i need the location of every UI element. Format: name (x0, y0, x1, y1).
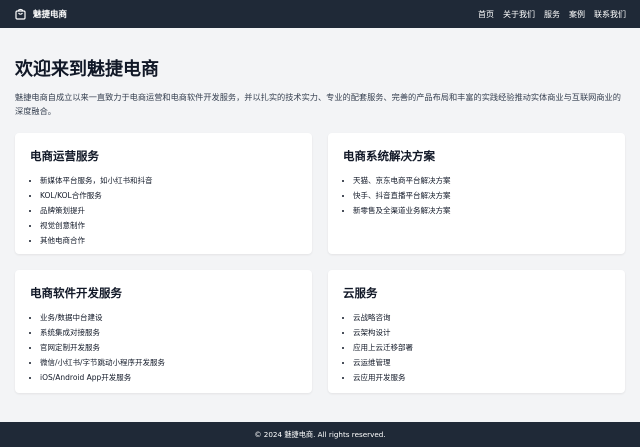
nav-link-contact[interactable]: 联系我们 (594, 9, 626, 20)
list-item: 官网定制开发服务 (40, 340, 297, 355)
nav-link-cases[interactable]: 案例 (569, 9, 585, 20)
list-item: 新零售及全渠道业务解决方案 (353, 203, 610, 218)
nav-links: 首页 关于我们 服务 案例 联系我们 (478, 9, 626, 20)
list-item: 视觉创意制作 (40, 218, 297, 233)
navbar: 魅捷电商 首页 关于我们 服务 案例 联系我们 (0, 0, 640, 28)
list-item: 系统集成对接服务 (40, 325, 297, 340)
brand[interactable]: 魅捷电商 (15, 8, 67, 20)
service-list: 云战略咨询 云架构设计 应用上云迁移部署 云运维管理 云应用开发服务 (343, 310, 610, 385)
card-software-development: 电商软件开发服务 业务/数据中台建设 系统集成对接服务 官网定制开发服务 微信/… (15, 270, 312, 393)
card-cloud-services: 云服务 云战略咨询 云架构设计 应用上云迁移部署 云运维管理 云应用开发服务 (328, 270, 625, 393)
list-item: 云战略咨询 (353, 310, 610, 325)
list-item: iOS/Android App开发服务 (40, 370, 297, 385)
card-title: 电商运营服务 (30, 149, 99, 163)
nav-link-about[interactable]: 关于我们 (503, 9, 535, 20)
list-item: 云运维管理 (353, 355, 610, 370)
nav-link-services[interactable]: 服务 (544, 9, 560, 20)
page-title: 欢迎来到魅捷电商 (15, 59, 159, 80)
list-item: 天猫、京东电商平台解决方案 (353, 173, 610, 188)
service-list: 天猫、京东电商平台解决方案 快手、抖音直播平台解决方案 新零售及全渠道业务解决方… (343, 173, 610, 218)
hero-description: 魅捷电商自成立以来一直致力于电商运营和电商软件开发服务，并以扎实的技术实力、专业… (15, 92, 621, 116)
card-ecommerce-solutions: 电商系统解决方案 天猫、京东电商平台解决方案 快手、抖音直播平台解决方案 新零售… (328, 133, 625, 254)
service-list: 新媒体平台服务，如小红书和抖音 KOL/KOL合作服务 品牌策划提升 视觉创意制… (30, 173, 297, 248)
list-item: 云应用开发服务 (353, 370, 610, 385)
list-item: 业务/数据中台建设 (40, 310, 297, 325)
list-item: 品牌策划提升 (40, 203, 297, 218)
nav-link-home[interactable]: 首页 (478, 9, 494, 20)
list-item: 云架构设计 (353, 325, 610, 340)
list-item: 应用上云迁移部署 (353, 340, 610, 355)
list-item: 快手、抖音直播平台解决方案 (353, 188, 610, 203)
card-title: 电商软件开发服务 (30, 286, 122, 300)
list-item: 微信/小红书/字节跳动小程序开发服务 (40, 355, 297, 370)
list-item: 新媒体平台服务，如小红书和抖音 (40, 173, 297, 188)
service-list: 业务/数据中台建设 系统集成对接服务 官网定制开发服务 微信/小红书/字节跳动小… (30, 310, 297, 385)
shopping-bag-icon (15, 8, 27, 20)
copyright-text: © 2024 魅捷电商. All rights reserved. (254, 429, 386, 439)
footer: © 2024 魅捷电商. All rights reserved. (0, 422, 640, 447)
card-title: 云服务 (343, 286, 378, 300)
list-item: 其他电商合作 (40, 233, 297, 248)
card-title: 电商系统解决方案 (343, 149, 435, 163)
card-ecommerce-operations: 电商运营服务 新媒体平台服务，如小红书和抖音 KOL/KOL合作服务 品牌策划提… (15, 133, 312, 254)
brand-name: 魅捷电商 (33, 10, 68, 20)
list-item: KOL/KOL合作服务 (40, 188, 297, 203)
